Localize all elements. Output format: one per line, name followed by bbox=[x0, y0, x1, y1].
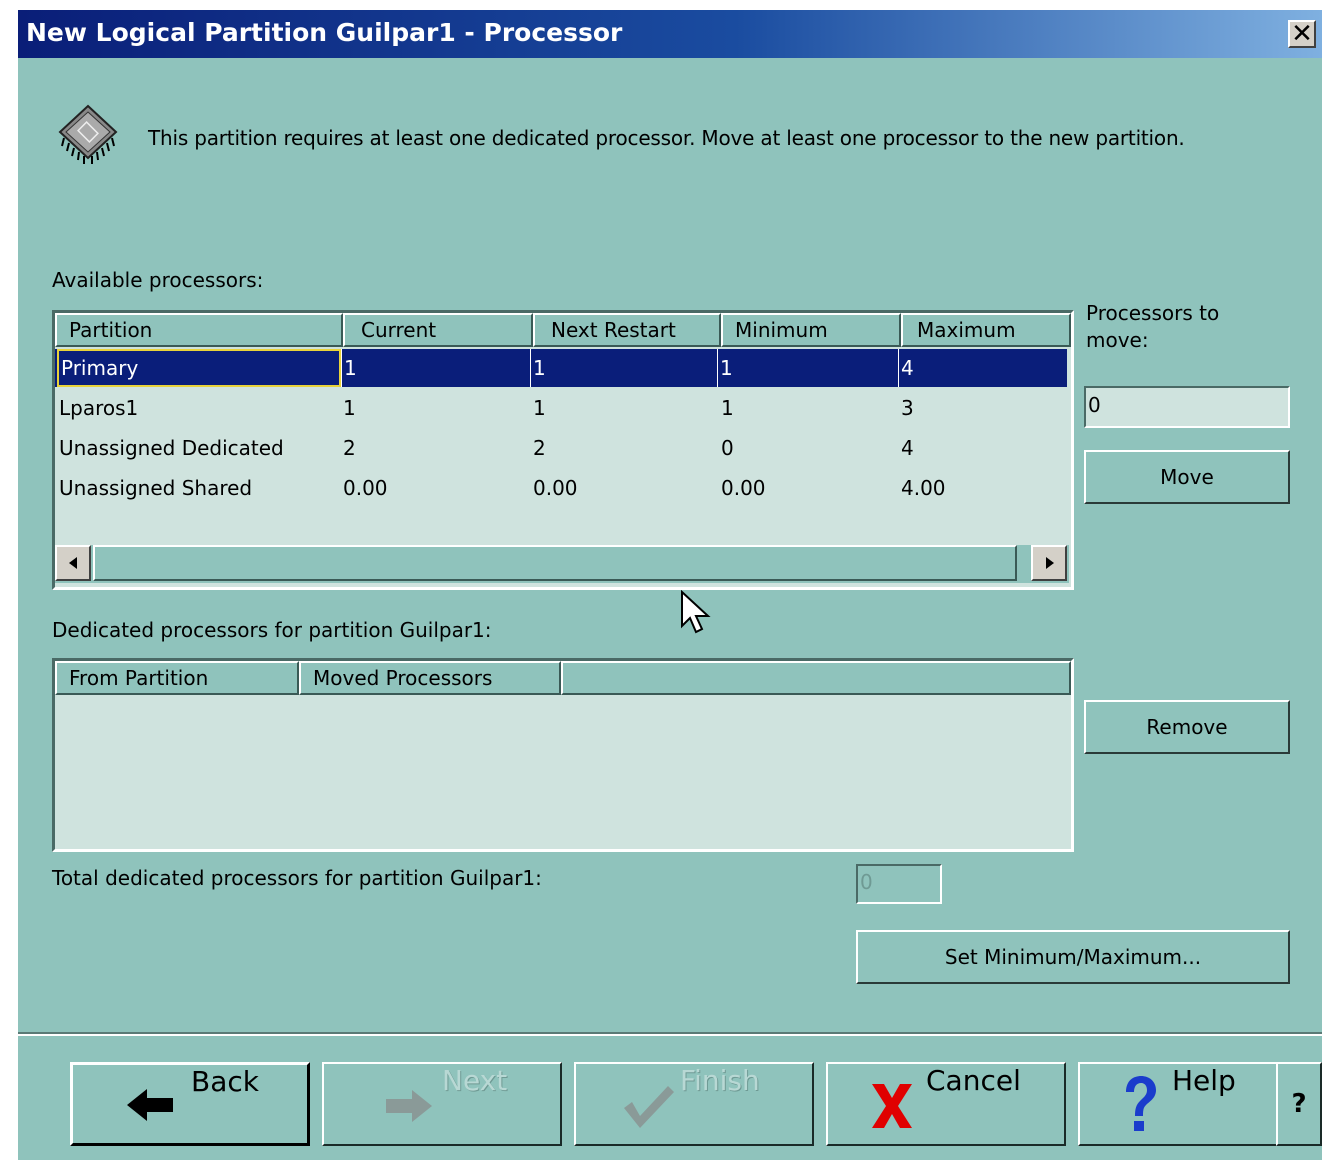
whats-this-icon: ? bbox=[1291, 1089, 1307, 1119]
table-cell: Unassigned Dedicated bbox=[59, 436, 284, 460]
back-label: Back bbox=[191, 1065, 259, 1098]
table-cell: 1 bbox=[343, 396, 356, 420]
table-cell: Primary bbox=[57, 349, 341, 387]
scroll-right-button[interactable] bbox=[1031, 545, 1067, 581]
scrollbar-thumb[interactable] bbox=[93, 545, 1017, 581]
right-arrow-icon bbox=[1046, 557, 1054, 569]
set-minimum-maximum-button[interactable]: Set Minimum/Maximum... bbox=[856, 930, 1290, 984]
table-cell: 1 bbox=[341, 349, 532, 387]
table-cell: 0.00 bbox=[533, 476, 578, 500]
table-cell: 1 bbox=[721, 396, 734, 420]
separator bbox=[18, 1032, 1322, 1036]
table-cell: 0.00 bbox=[721, 476, 766, 500]
table-cell: Unassigned Shared bbox=[59, 476, 253, 500]
next-label: Next bbox=[442, 1064, 508, 1097]
column-header-next-restart[interactable]: Next Restart bbox=[533, 313, 721, 347]
column-header-from-partition[interactable]: From Partition bbox=[55, 661, 299, 695]
table-cell: 1 bbox=[533, 396, 546, 420]
move-button-label: Move bbox=[1160, 465, 1214, 489]
column-header-empty bbox=[561, 661, 1071, 695]
table-cell: 0.00 bbox=[343, 476, 388, 500]
table-cell: 4 bbox=[901, 436, 914, 460]
table-row-primary[interactable]: Primary 1 1 1 4 bbox=[55, 349, 1067, 387]
close-button[interactable]: ✕ bbox=[1288, 20, 1316, 48]
scroll-left-button[interactable] bbox=[55, 545, 91, 581]
table-cell: 1 bbox=[717, 349, 898, 387]
processors-to-move-input[interactable]: 0 bbox=[1084, 386, 1290, 428]
back-arrow-icon bbox=[127, 1089, 173, 1121]
next-arrow-icon bbox=[386, 1090, 432, 1122]
remove-button[interactable]: Remove bbox=[1084, 700, 1290, 754]
finish-label: Finish bbox=[680, 1064, 760, 1097]
table-cell: 2 bbox=[343, 436, 356, 460]
help-label: Help bbox=[1172, 1064, 1236, 1097]
help-question-icon bbox=[1126, 1076, 1156, 1131]
column-header-maximum[interactable]: Maximum bbox=[901, 313, 1071, 347]
table-cell: 2 bbox=[533, 436, 546, 460]
available-processors-table[interactable]: Partition Current Next Restart Minimum M… bbox=[52, 310, 1074, 590]
cancel-label: Cancel bbox=[926, 1064, 1021, 1097]
remove-button-label: Remove bbox=[1146, 715, 1228, 739]
move-button[interactable]: Move bbox=[1084, 450, 1290, 504]
processor-chip-icon bbox=[58, 104, 118, 164]
column-header-current[interactable]: Current bbox=[343, 313, 533, 347]
whats-this-button[interactable]: ? bbox=[1276, 1062, 1322, 1146]
left-arrow-icon bbox=[69, 557, 77, 569]
table-row-lparos1[interactable]: Lparos1 1 1 1 3 bbox=[55, 389, 1067, 427]
finish-button: Finish bbox=[574, 1062, 814, 1146]
title-bar[interactable]: New Logical Partition Guilpar1 - Process… bbox=[18, 10, 1322, 58]
checkmark-icon bbox=[624, 1086, 674, 1128]
processors-to-move-label: Processors to move: bbox=[1086, 301, 1220, 352]
column-header-minimum[interactable]: Minimum bbox=[721, 313, 901, 347]
instruction-message: This partition requires at least one ded… bbox=[148, 126, 1185, 150]
table-row-unassigned-dedicated[interactable]: Unassigned Dedicated 2 2 0 4 bbox=[55, 429, 1067, 467]
window-title: New Logical Partition Guilpar1 - Process… bbox=[26, 18, 623, 47]
close-icon: ✕ bbox=[1291, 19, 1313, 49]
mouse-pointer-icon bbox=[681, 590, 711, 634]
table-cell: 4.00 bbox=[901, 476, 946, 500]
table-cell: 1 bbox=[530, 349, 719, 387]
table-cell: 3 bbox=[901, 396, 914, 420]
available-processors-label: Available processors: bbox=[52, 268, 264, 292]
dedicated-processors-table[interactable]: From Partition Moved Processors bbox=[52, 658, 1074, 852]
column-header-moved-processors[interactable]: Moved Processors bbox=[299, 661, 561, 695]
back-button[interactable]: Back bbox=[70, 1062, 310, 1146]
next-button: Next bbox=[322, 1062, 562, 1146]
table-cell: Lparos1 bbox=[59, 396, 139, 420]
cancel-button[interactable]: Cancel bbox=[826, 1062, 1066, 1146]
dedicated-processors-label: Dedicated processors for partition Guilp… bbox=[52, 618, 492, 642]
dialog-window: New Logical Partition Guilpar1 - Process… bbox=[18, 10, 1322, 1160]
total-dedicated-field: 0 bbox=[856, 864, 942, 904]
table-cell: 4 bbox=[898, 349, 1069, 387]
total-dedicated-label: Total dedicated processors for partition… bbox=[52, 866, 542, 890]
table-cell: 0 bbox=[721, 436, 734, 460]
horizontal-scrollbar[interactable] bbox=[55, 545, 1069, 583]
set-minmax-label: Set Minimum/Maximum... bbox=[944, 945, 1202, 969]
column-header-partition[interactable]: Partition bbox=[55, 313, 343, 347]
table-row-unassigned-shared[interactable]: Unassigned Shared 0.00 0.00 0.00 4.00 bbox=[55, 469, 1067, 507]
cancel-x-icon bbox=[872, 1084, 912, 1128]
